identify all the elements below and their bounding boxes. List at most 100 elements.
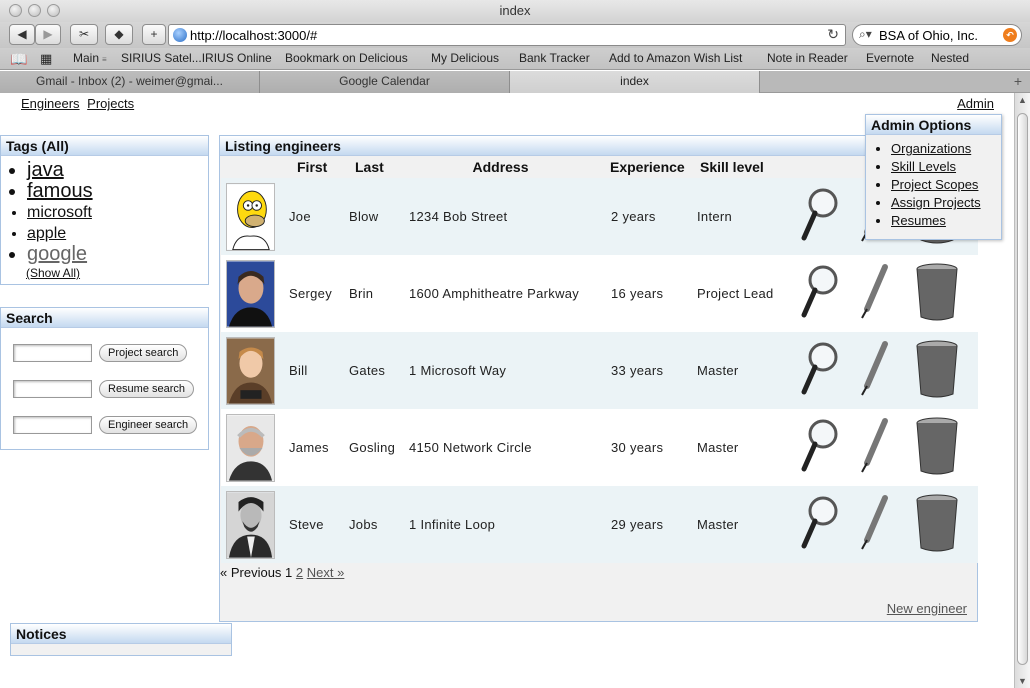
admin-assign-projects-link[interactable]: Assign Projects (891, 195, 981, 210)
snapback-icon[interactable]: ↶ (1003, 28, 1017, 42)
bookmark-evernote[interactable]: Evernote (866, 51, 914, 65)
new-engineer-link[interactable]: New engineer (887, 601, 967, 616)
minimize-window-button[interactable] (28, 4, 41, 17)
show-cell (801, 178, 855, 255)
tag-apple-link[interactable]: apple (27, 225, 66, 242)
next-page-link[interactable]: Next » (307, 565, 345, 580)
nav-projects-link[interactable]: Projects (87, 96, 134, 111)
url-input[interactable] (190, 26, 820, 44)
project-search-input[interactable] (13, 344, 92, 362)
address-cell: 4150 Network Circle (400, 409, 601, 486)
address-cell: 1234 Bob Street (400, 178, 601, 255)
address-bar[interactable]: ↻ (168, 24, 846, 46)
admin-resumes-link[interactable]: Resumes (891, 213, 946, 228)
col-last-header: Last (355, 159, 384, 175)
web-search-input[interactable] (879, 26, 999, 44)
page-2-link[interactable]: 2 (296, 565, 303, 580)
bookmark-note-in-reader[interactable]: Note in Reader (767, 51, 848, 65)
back-arrow-icon: ◀ (17, 27, 27, 41)
zoom-window-button[interactable] (47, 4, 60, 17)
address-cell: 1 Microsoft Way (400, 332, 601, 409)
vertical-scrollbar[interactable]: ▲ ▼ (1014, 93, 1030, 688)
resume-search-input[interactable] (13, 380, 92, 398)
admin-organizations-link[interactable]: Organizations (891, 141, 971, 156)
snapshot-button[interactable]: ✂ (70, 24, 98, 45)
admin-option: Skill Levels (891, 158, 1001, 176)
nav-admin-link[interactable]: Admin (957, 96, 994, 111)
tag-google-link[interactable]: google (27, 243, 87, 265)
trash-can-icon[interactable] (913, 415, 961, 477)
admin-skill-levels-link[interactable]: Skill Levels (891, 159, 956, 174)
bookmarks-book-icon[interactable]: 📖 (10, 51, 27, 68)
show-all-tags-link[interactable]: (Show All) (26, 266, 80, 280)
avatar-homer (226, 182, 275, 251)
tag-microsoft-link[interactable]: microsoft (27, 204, 92, 221)
last-name-cell: Gosling (339, 409, 400, 486)
tab-label: index (620, 74, 649, 88)
photo-cell (221, 255, 278, 332)
pen-icon[interactable] (855, 494, 893, 552)
first-name-cell: Steve (278, 486, 339, 563)
engineer-search-button[interactable]: Engineer search (99, 416, 198, 434)
admin-project-scopes-link[interactable]: Project Scopes (891, 177, 978, 192)
bookmark-sirius[interactable]: SIRIUS Satel...IRIUS Online (121, 51, 272, 65)
scrollbar-thumb[interactable] (1017, 113, 1028, 665)
bookmark-main[interactable]: Main (73, 51, 99, 65)
scroll-down-icon[interactable]: ▼ (1018, 676, 1027, 686)
tab-gmail[interactable]: Gmail - Inbox (2) - weimer@gmai... (0, 71, 260, 93)
bookmark-bank-tracker[interactable]: Bank Tracker (519, 51, 590, 65)
magnifier-icon[interactable] (801, 417, 839, 475)
tag-item: microsoft (27, 202, 208, 223)
magnifier-icon[interactable] (801, 340, 839, 398)
magnifier-icon[interactable] (801, 186, 839, 244)
magnifier-icon[interactable] (801, 263, 839, 321)
bookmark-nested[interactable]: Nested (931, 51, 969, 65)
current-page: 1 (285, 565, 293, 580)
notices-panel-title: Notices (11, 624, 231, 644)
tab-index[interactable]: index (510, 71, 760, 93)
admin-option: Resumes (891, 212, 1001, 230)
trash-can-icon[interactable] (913, 492, 961, 554)
notices-panel: Notices (10, 623, 232, 656)
scroll-up-icon[interactable]: ▲ (1018, 95, 1027, 105)
pen-icon[interactable] (855, 263, 893, 321)
new-tab-plus-icon[interactable]: + (1014, 73, 1022, 89)
search-panel-title: Search (1, 308, 208, 328)
search-bar[interactable]: ⌕▾ ↶ (852, 24, 1022, 46)
trash-can-icon[interactable] (913, 261, 961, 323)
evernote-button[interactable]: ◆ (105, 24, 133, 45)
magnifier-icon[interactable] (801, 494, 839, 552)
resume-search-button[interactable]: Resume search (99, 380, 195, 398)
experience-cell: 16 years (601, 255, 694, 332)
pen-icon[interactable] (855, 340, 893, 398)
add-bookmark-button[interactable]: + (142, 24, 166, 45)
skill-level-cell: Master (694, 486, 801, 563)
forward-button[interactable]: ▶ (35, 24, 61, 45)
top-sites-grid-icon[interactable]: ▦ (40, 51, 52, 67)
skill-level-cell: Intern (694, 178, 801, 255)
forward-arrow-icon: ▶ (43, 27, 53, 41)
tag-java-link[interactable]: java (27, 159, 64, 181)
table-row: Sergey Brin 1600 Amphitheatre Parkway 16… (221, 255, 978, 332)
project-search-button[interactable]: Project search (99, 344, 188, 362)
close-window-button[interactable] (9, 4, 22, 17)
edit-cell (855, 486, 913, 563)
tag-famous-link[interactable]: famous (27, 180, 93, 202)
bookmark-my-delicious[interactable]: My Delicious (431, 51, 499, 65)
tab-google-calendar[interactable]: Google Calendar (260, 71, 510, 93)
pen-icon[interactable] (855, 417, 893, 475)
last-name-cell: Blow (339, 178, 400, 255)
engineer-search-input[interactable] (13, 416, 92, 434)
globe-icon (173, 28, 187, 42)
col-action-header (801, 156, 855, 178)
nav-engineers-link[interactable]: Engineers (21, 96, 80, 111)
bookmark-amazon-wishlist[interactable]: Add to Amazon Wish List (609, 51, 742, 65)
reload-icon[interactable]: ↻ (827, 26, 839, 43)
scissors-icon: ✂ (78, 27, 90, 41)
trash-can-icon[interactable] (913, 338, 961, 400)
bookmark-delicious[interactable]: Bookmark on Delicious (285, 51, 408, 65)
back-button[interactable]: ◀ (9, 24, 35, 45)
last-name-cell: Gates (339, 332, 400, 409)
edit-cell (855, 255, 913, 332)
engineers-panel-title: Listing engineers (220, 136, 977, 156)
